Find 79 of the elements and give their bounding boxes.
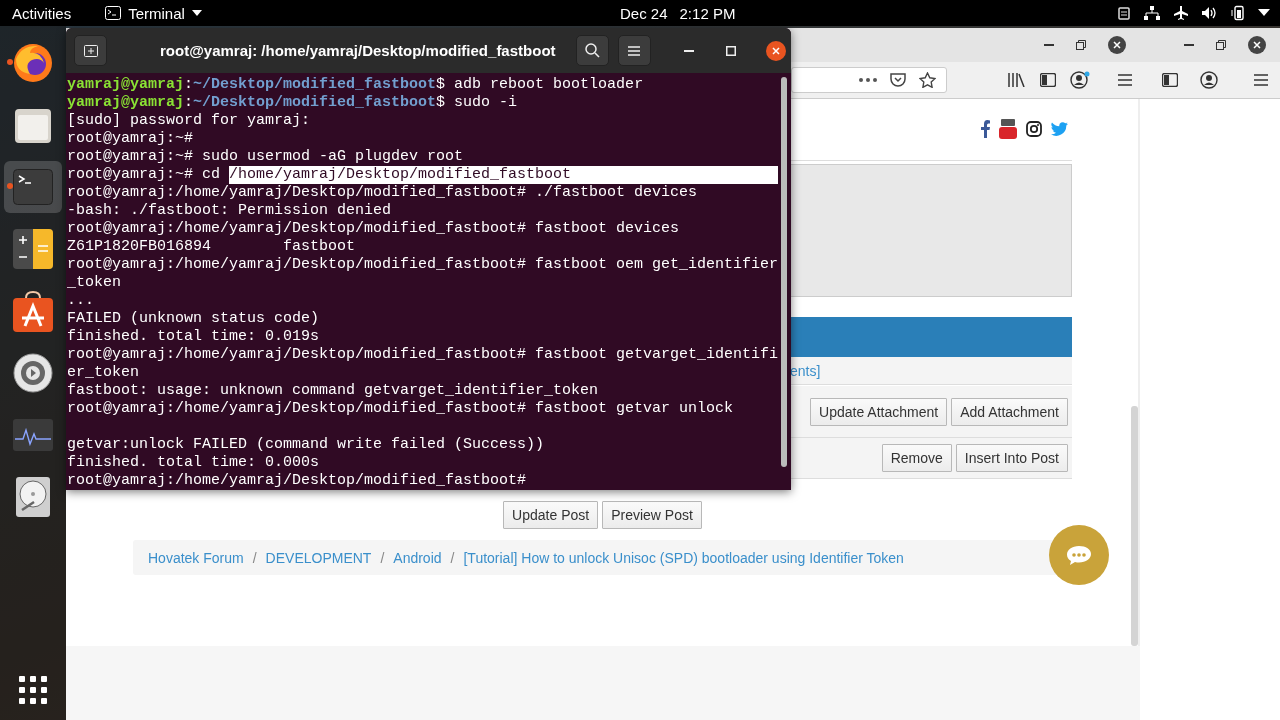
breadcrumb-separator: / [252,549,257,566]
restore-icon[interactable] [1216,40,1226,50]
scrollbar-thumb[interactable] [1131,406,1138,646]
breadcrumb-separator: / [450,549,455,566]
window-title: root@yamraj: /home/yamraj/Desktop/modified_fastboot [160,42,556,59]
address-bar[interactable] [791,67,947,93]
sidebar-icon[interactable] [1162,73,1178,87]
terminal-icon[interactable] [13,169,53,205]
terminal-line: root@yamraj:/home/yamraj/Desktop/modified_fastboot# fastboot devices [67,220,681,238]
twitter-icon[interactable] [1051,121,1068,136]
terminal-line: yamraj@yamraj:~/Desktop/modified_fastboot$ adb reboot bootloader [67,76,645,94]
breadcrumb-separator: / [380,549,385,566]
close-icon[interactable] [765,40,786,61]
more-icon[interactable] [859,78,877,82]
post-button[interactable]: Preview Post [602,501,702,529]
terminal-line: fastboot: usage: unknown command getvarget_identifier_token [67,382,600,400]
menu-icon[interactable] [1118,74,1132,86]
restore-icon[interactable] [1076,40,1086,50]
pocket-icon[interactable] [890,72,906,88]
terminal-line: finished. total time: 0.019s [67,328,321,346]
terminal-line: root@yamraj:~# sudo usermod -aG plugdev root [67,148,465,166]
terminal-icon [105,6,122,20]
terminal-line: root@yamraj:/home/yamraj/Desktop/modified_fastboot# fastboot getvar unlock [67,400,735,418]
app-grid-icon[interactable] [19,676,47,704]
volume-icon[interactable] [1202,6,1218,20]
search-icon [584,43,600,58]
terminal-line: -bash: ./fastboot: Permission denied [67,202,393,220]
terminal-line: root@yamraj:~# [67,130,195,148]
close-icon[interactable] [1108,36,1126,54]
facebook-icon[interactable] [981,119,990,138]
activities-button[interactable]: Activities [12,4,72,22]
clock[interactable]: Dec 24 2:12 PM [620,4,736,22]
new-tab-icon [83,44,98,57]
terminal-line: yamraj@yamraj:~/Desktop/modified_fastboot$ sudo -i [67,94,519,112]
terminal-line: getvar:unlock FAILED (command write failed (Success)) [67,436,546,454]
calculator-icon[interactable] [13,229,53,269]
activity-graph-icon[interactable] [13,419,53,451]
terminal-line: root@yamraj:/home/yamraj/Desktop/modified_fastboot# ./fastboot devices [67,184,699,202]
star-icon[interactable] [919,72,936,88]
terminal-line: [sudo] password for yamraj: [67,112,312,130]
scrollbar-thumb[interactable] [781,77,788,467]
attachment-button[interactable]: Update Attachment [810,397,948,426]
minimize-icon[interactable] [683,49,694,52]
account-icon[interactable] [1070,71,1090,89]
terminal-line: root@yamraj:/home/yamraj/Desktop/modified_fastboot# [67,472,528,490]
instagram-icon[interactable] [1026,120,1042,137]
account-icon[interactable] [1200,71,1218,89]
attachment-action-button[interactable]: Insert Into Post [955,444,1068,472]
terminal-line: root@yamraj:~# cd /home/yamraj/Desktop/modified_fastboot [67,166,779,184]
menu-icon [628,45,641,56]
caret-icon[interactable] [1258,9,1270,17]
sidebar-icon[interactable] [1040,73,1056,87]
terminal-line: _token [67,274,122,292]
terminal-line: Z61P1820FB016894 fastboot [67,238,357,256]
app-menu[interactable]: Terminal [105,4,202,22]
terminal-line: FAILED (unknown status code) [67,310,321,328]
new-tab-button[interactable] [74,35,107,66]
caret-icon [191,10,202,16]
attachment-button[interactable]: Add Attachment [951,397,1068,426]
firefox-icon[interactable] [11,41,55,85]
battery-icon[interactable] [1231,5,1245,21]
terminal-line: ... [67,292,95,310]
terminal-line: er_token [67,364,140,382]
menu-icon[interactable] [1254,74,1268,86]
post-button[interactable]: Update Post [503,501,599,529]
library-icon[interactable] [1008,73,1026,87]
network-icon[interactable] [1144,6,1160,20]
shopping-bag-icon[interactable] [13,290,53,332]
maximize-icon[interactable] [725,45,736,56]
terminal-line: root@yamraj:/home/yamraj/Desktop/modified_fastboot# fastboot getvarget_identifi [67,346,779,364]
airplane-icon[interactable] [1173,5,1189,21]
clipboard-icon[interactable] [1117,6,1131,20]
attachment-action-button[interactable]: Remove [881,444,952,472]
search-button[interactable] [575,35,609,66]
terminal-line: root@yamraj:/home/yamraj/Desktop/modified_fastboot# fastboot oem get_identifier [67,256,779,274]
terminal-line: finished. total time: 0.000s [67,454,321,472]
menu-button[interactable] [617,35,651,66]
chat-icon [1066,545,1092,565]
close-icon[interactable] [1248,36,1266,54]
